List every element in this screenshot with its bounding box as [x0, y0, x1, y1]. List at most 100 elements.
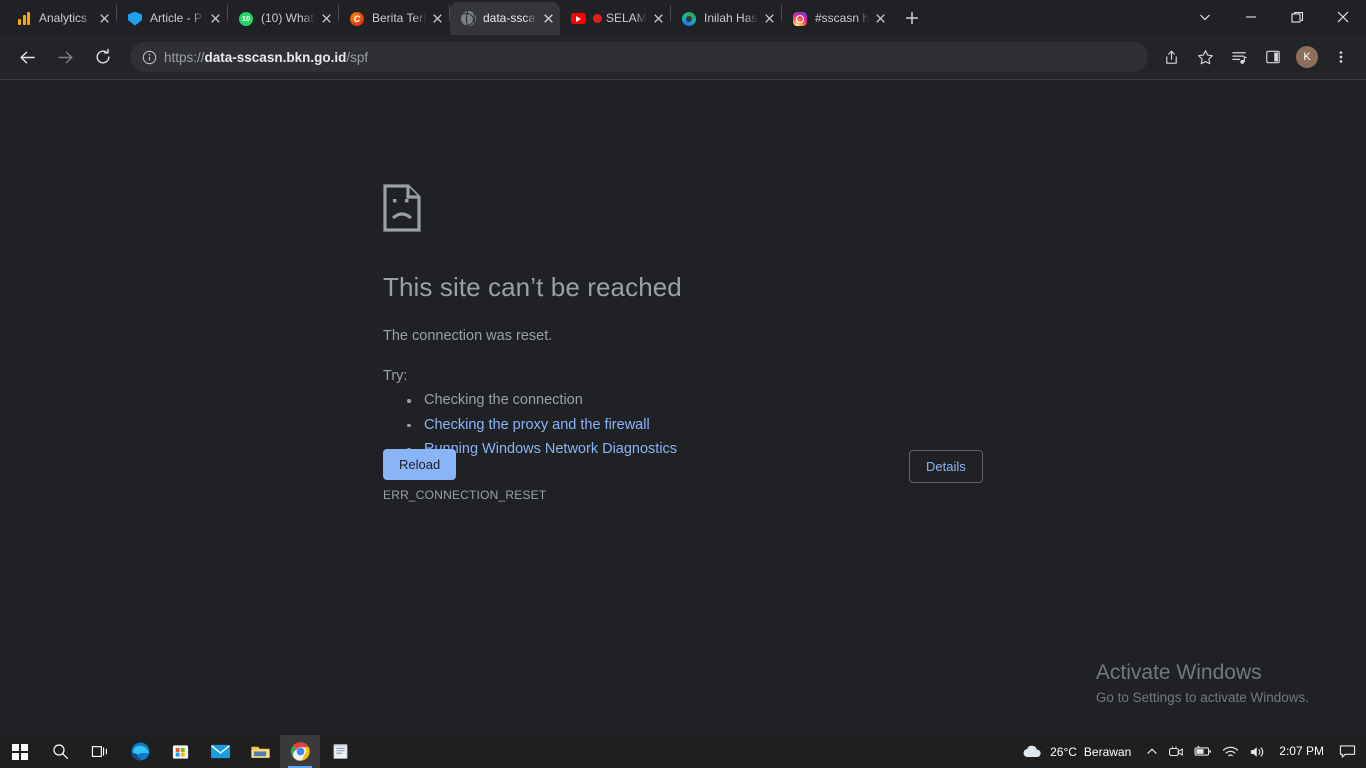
- reload-button[interactable]: Reload: [383, 449, 457, 480]
- error-subtitle: The connection was reset.: [383, 328, 553, 344]
- watermark-title: Activate Windows: [1095, 661, 1262, 684]
- address-bar[interactable]: https://data-sscasn.bkn.go.id/spf: [130, 42, 1148, 72]
- globe-icon: [460, 11, 476, 27]
- weather-widget[interactable]: 26°C Berawan: [1015, 744, 1141, 759]
- edge-icon: [131, 742, 149, 761]
- tab-title: Inilah Hasil R/: [704, 11, 759, 25]
- weather-condition-label: Berawan: [1083, 744, 1132, 759]
- share-icon[interactable]: [1156, 42, 1186, 72]
- reload-icon[interactable]: [88, 42, 118, 72]
- shield-icon: [127, 11, 143, 27]
- taskbar-clock[interactable]: 2:07 PM: [1271, 735, 1332, 768]
- wifi-icon[interactable]: [1217, 735, 1244, 768]
- speaker-icon[interactable]: [1244, 735, 1271, 768]
- tab-title: SELAMAT...: [593, 2, 648, 35]
- tab-search-chevron-icon[interactable]: [1182, 0, 1228, 34]
- tab-title-text: SELAMAT...: [606, 11, 648, 25]
- unread-badge: 10: [239, 11, 253, 26]
- chrome-button[interactable]: [280, 735, 320, 768]
- chrome-icon: [290, 742, 310, 762]
- tab-title: Analytics 360: [39, 11, 94, 25]
- battery-icon[interactable]: [1189, 735, 1217, 768]
- close-tab-icon[interactable]: [761, 11, 777, 27]
- info-circle-icon[interactable]: [138, 46, 160, 68]
- window-controls: [1182, 0, 1366, 34]
- browser-tab[interactable]: #sscasn hasht: [782, 2, 892, 35]
- notepad-button[interactable]: [320, 735, 360, 768]
- list-item-link[interactable]: Checking the proxy and the firewall: [383, 413, 983, 438]
- back-arrow-icon[interactable]: [12, 42, 42, 72]
- temperature-label: 26°C: [1050, 744, 1077, 759]
- chevron-up-icon[interactable]: [1141, 735, 1163, 768]
- reading-list-icon[interactable]: [1224, 42, 1254, 72]
- tab-title: Article - PR C: [150, 11, 205, 25]
- task-view-icon: [91, 745, 107, 757]
- google-globe-icon: [681, 11, 697, 27]
- folder-icon: [250, 746, 270, 758]
- list-item-link[interactable]: Running Windows Network Diagnostics: [383, 437, 983, 462]
- side-panel-icon[interactable]: [1258, 42, 1288, 72]
- edge-button[interactable]: [120, 735, 160, 768]
- browser-tab[interactable]: Analytics 360: [6, 2, 116, 35]
- news-flame-icon: C: [349, 11, 365, 27]
- tab-strip: Analytics 360 Article - PR C 10 (10) Wha…: [0, 0, 1366, 35]
- url-scheme: https://: [164, 49, 205, 65]
- microsoft-store-icon: [172, 745, 188, 759]
- close-tab-icon[interactable]: [872, 11, 888, 27]
- browser-tab[interactable]: 10 (10) WhatsAp: [228, 2, 338, 35]
- search-button[interactable]: [40, 735, 80, 768]
- browser-tab[interactable]: Inilah Hasil R/: [671, 2, 781, 35]
- error-page: This site can’t be reached The connectio…: [0, 80, 1366, 735]
- live-dot-icon: [593, 14, 602, 23]
- minimize-button[interactable]: [1228, 0, 1274, 34]
- url-path: /spf: [346, 49, 369, 65]
- youtube-icon: [570, 11, 586, 27]
- maximize-restore-button[interactable]: [1274, 0, 1320, 34]
- browser-tab[interactable]: SELAMAT...: [560, 2, 670, 35]
- tab-title: #sscasn hasht: [815, 11, 870, 25]
- watermark-subtitle: Go to Settings to activate Windows.: [1095, 690, 1309, 705]
- browser-tab[interactable]: Article - PR C: [117, 2, 227, 35]
- start-button[interactable]: [0, 735, 40, 768]
- task-view-button[interactable]: [80, 735, 120, 768]
- new-tab-button[interactable]: [898, 4, 926, 32]
- system-tray: 26°C Berawan 2:07 PM: [1015, 735, 1366, 768]
- tab-title: data-sscasn.b: [483, 11, 538, 25]
- mail-button[interactable]: [200, 735, 240, 768]
- close-tab-icon[interactable]: [318, 11, 334, 27]
- error-content: This site can’t be reached The connectio…: [383, 184, 983, 502]
- three-dot-menu-icon[interactable]: [1326, 42, 1356, 72]
- close-tab-icon[interactable]: [207, 11, 223, 27]
- cloud-icon: [1023, 745, 1041, 757]
- forward-arrow-icon[interactable]: [50, 42, 80, 72]
- details-button[interactable]: Details: [909, 450, 983, 483]
- close-window-button[interactable]: [1320, 0, 1366, 34]
- browser-toolbar: https://data-sscasn.bkn.go.id/spf K: [0, 35, 1366, 80]
- tab-title: Berita Terbaru: [372, 11, 427, 25]
- file-explorer-button[interactable]: [240, 735, 280, 768]
- notification-icon[interactable]: [1332, 735, 1362, 768]
- try-label: Try:: [383, 368, 408, 384]
- close-tab-icon[interactable]: [96, 11, 112, 27]
- error-code: ERR_CONNECTION_RESET: [383, 487, 547, 502]
- close-tab-icon[interactable]: [540, 11, 556, 27]
- windows-taskbar: 26°C Berawan 2:07 PM: [0, 735, 1366, 768]
- profile-avatar[interactable]: K: [1296, 46, 1318, 68]
- close-tab-icon[interactable]: [650, 11, 666, 27]
- store-button[interactable]: [160, 735, 200, 768]
- notepad-icon: [332, 744, 348, 759]
- mail-icon: [210, 744, 230, 759]
- sad-page-icon: [383, 184, 421, 232]
- close-tab-icon[interactable]: [429, 11, 445, 27]
- windows-logo-icon: [12, 743, 28, 760]
- browser-tab-active[interactable]: data-sscasn.b: [450, 2, 560, 35]
- search-icon: [52, 744, 68, 760]
- star-icon[interactable]: [1190, 42, 1220, 72]
- browser-tab[interactable]: C Berita Terbaru: [339, 2, 449, 35]
- whatsapp-icon: 10: [238, 11, 254, 27]
- url-domain: data-sscasn.bkn.go.id: [204, 49, 347, 65]
- list-item: Checking the connection: [383, 388, 983, 413]
- camera-icon[interactable]: [1163, 735, 1189, 768]
- activate-windows-watermark: Activate Windows Go to Settings to activ…: [1096, 658, 1309, 707]
- url-text: https://data-sscasn.bkn.go.id/spf: [164, 50, 368, 65]
